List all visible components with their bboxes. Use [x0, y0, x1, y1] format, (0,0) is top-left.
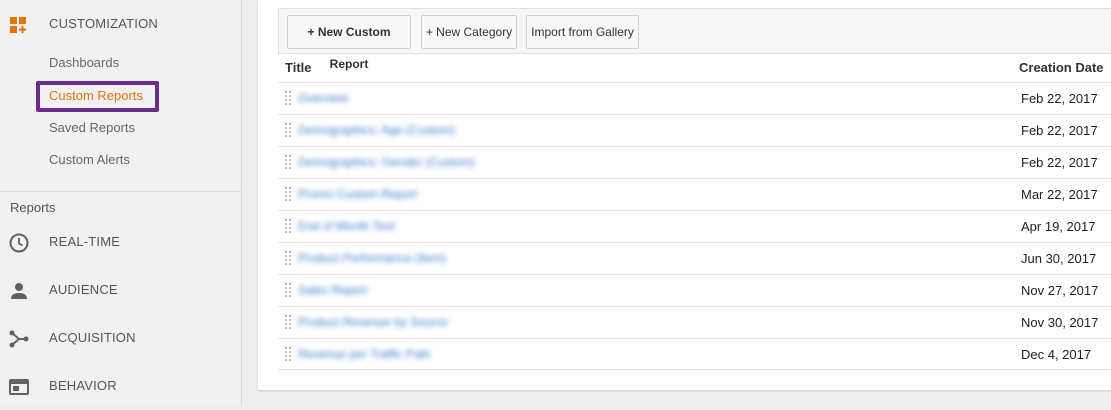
- column-header-creation-date[interactable]: Creation Date: [1019, 56, 1104, 80]
- creation-date: Jun 30, 2017: [1021, 251, 1097, 266]
- table-row[interactable]: Product Revenue by Source Nov 30, 2017: [278, 306, 1111, 338]
- drag-handle-icon[interactable]: [285, 251, 291, 265]
- person-icon: [8, 280, 30, 302]
- report-title-link[interactable]: Overview: [298, 91, 348, 105]
- customization-label: CUSTOMIZATION: [49, 16, 159, 31]
- creation-date: Nov 27, 2017: [1021, 283, 1099, 298]
- drag-handle-icon[interactable]: [285, 219, 291, 233]
- drag-handle-icon[interactable]: [285, 123, 291, 137]
- nav-item-acquisition[interactable]: ACQUISITION: [0, 314, 241, 362]
- clock-icon: [8, 232, 30, 254]
- creation-date: Nov 30, 2017: [1021, 315, 1099, 330]
- customization-header[interactable]: CUSTOMIZATION: [0, 0, 241, 48]
- nav-item-behavior[interactable]: BEHAVIOR: [0, 362, 241, 410]
- report-title-link[interactable]: Revenue per Traffic Path: [298, 347, 431, 361]
- creation-date: Apr 19, 2017: [1021, 219, 1096, 234]
- highlight-annotation-box: [36, 81, 159, 112]
- sidebar: CUSTOMIZATION Dashboards Custom Reports …: [0, 0, 242, 405]
- sidebar-item-custom-alerts[interactable]: Custom Alerts: [49, 150, 130, 170]
- drag-handle-icon[interactable]: [285, 283, 291, 297]
- table-row[interactable]: Demographics: Gender (Custom) Feb 22, 201…: [278, 146, 1111, 178]
- nav-item-audience[interactable]: AUDIENCE: [0, 266, 241, 314]
- new-category-button[interactable]: + New Category: [421, 15, 517, 49]
- report-title-link[interactable]: Promo Custom Report: [298, 187, 417, 201]
- report-title-link[interactable]: Demographics: Gender (Custom): [298, 155, 475, 169]
- report-title-link[interactable]: Sales Report: [298, 283, 367, 297]
- customization-grid-icon: [9, 14, 29, 34]
- drag-handle-icon[interactable]: [285, 91, 291, 105]
- sidebar-item-dashboards[interactable]: Dashboards: [49, 53, 119, 73]
- creation-date: Feb 22, 2017: [1021, 155, 1098, 170]
- toolbar: + New Custom Report + New Category Impor…: [278, 8, 1111, 71]
- drag-handle-icon[interactable]: [285, 187, 291, 201]
- table-row[interactable]: Demographics: Age (Custom) Feb 22, 2017: [278, 114, 1111, 146]
- sidebar-item-saved-reports[interactable]: Saved Reports: [49, 118, 135, 138]
- table-row[interactable]: Revenue per Traffic Path Dec 4, 2017: [278, 338, 1111, 370]
- reports-section-title: Reports: [10, 200, 56, 215]
- new-custom-report-button[interactable]: + New Custom Report: [287, 15, 411, 71]
- acquisition-icon: [8, 328, 30, 350]
- creation-date: Dec 4, 2017: [1021, 347, 1092, 362]
- creation-date: Feb 22, 2017: [1021, 91, 1098, 106]
- drag-handle-icon[interactable]: [285, 155, 291, 169]
- creation-date: Feb 22, 2017: [1021, 123, 1098, 138]
- report-title-link[interactable]: Product Revenue by Source: [298, 315, 448, 329]
- report-title-link[interactable]: End of Month Test: [298, 219, 395, 233]
- table-row[interactable]: End of Month Test Apr 19, 2017: [278, 210, 1111, 242]
- column-header-title[interactable]: Title: [285, 56, 312, 80]
- report-title-link[interactable]: Demographics: Age (Custom): [298, 123, 455, 137]
- table-row[interactable]: Product Performance (Item) Jun 30, 2017: [278, 242, 1111, 274]
- custom-reports-panel: + New Custom Report + New Category Impor…: [258, 0, 1111, 390]
- nav-label: AUDIENCE: [49, 282, 118, 297]
- report-title-link[interactable]: Product Performance (Item): [298, 251, 446, 265]
- behavior-icon: [8, 376, 30, 398]
- nav-label: REAL-TIME: [49, 234, 121, 249]
- creation-date: Mar 22, 2017: [1021, 187, 1098, 202]
- table-row[interactable]: Promo Custom Report Mar 22, 2017: [278, 178, 1111, 210]
- import-from-gallery-button[interactable]: Import from Gallery: [526, 15, 639, 49]
- drag-handle-icon[interactable]: [285, 347, 291, 361]
- table-row[interactable]: Sales Report Nov 27, 2017: [278, 274, 1111, 306]
- nav-label: BEHAVIOR: [49, 378, 117, 393]
- sidebar-divider: [0, 191, 241, 192]
- table-row[interactable]: Overview Feb 22, 2017: [278, 82, 1111, 114]
- drag-handle-icon[interactable]: [285, 315, 291, 329]
- nav-label: ACQUISITION: [49, 330, 136, 345]
- nav-item-realtime[interactable]: REAL-TIME: [0, 218, 241, 266]
